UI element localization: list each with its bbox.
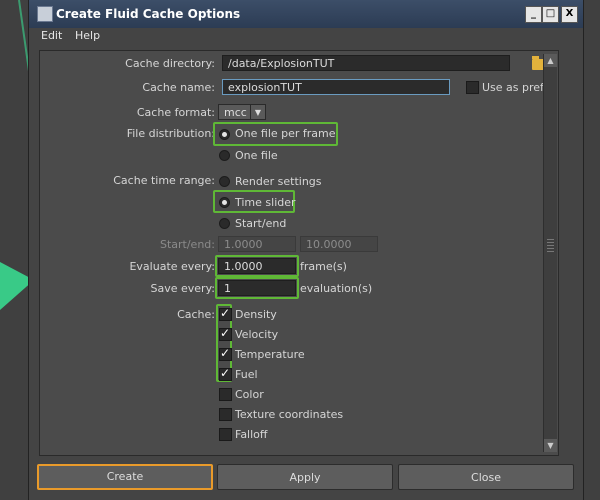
save-every-input[interactable]: 1 [218,280,296,296]
density-label: Density [235,308,277,321]
dialog-window: Create Fluid Cache Options _ □ X Edit He… [28,0,584,500]
temperature-checkbox[interactable] [219,346,232,361]
start-end-label: Start/end: [159,238,215,251]
evaluate-every-input[interactable]: 1.0000 [218,258,296,274]
falloff-label: Falloff [235,428,268,441]
density-checkbox[interactable] [219,306,232,321]
time-slider-label: Time slider [235,196,296,209]
falloff-checkbox[interactable] [219,428,232,441]
close-window-button[interactable]: X [561,6,578,23]
one-file-per-frame-label: One file per frame [235,127,336,140]
cache-format-value: mcc [224,106,247,119]
cache-name-input[interactable]: explosionTUT [222,79,450,95]
cache-directory-label: Cache directory: [125,57,215,70]
evaluate-every-unit: frame(s) [300,260,347,273]
minimize-button[interactable]: _ [525,6,542,23]
scroll-down-icon[interactable]: ▼ [544,439,557,452]
cache-time-range-label: Cache time range: [113,174,215,187]
title-bar[interactable]: Create Fluid Cache Options _ □ X [29,0,583,29]
save-every-label: Save every: [150,282,215,295]
velocity-label: Velocity [235,328,279,341]
cache-directory-input[interactable]: /data/ExplosionTUT [222,55,510,71]
menu-help[interactable]: Help [75,29,100,42]
radio-one-file[interactable] [219,150,230,161]
chevron-down-icon: ▼ [250,105,265,119]
one-file-label: One file [235,149,278,162]
fuel-checkbox[interactable] [219,366,232,381]
texture-coordinates-checkbox[interactable] [219,408,232,421]
app-icon [37,6,53,22]
evaluate-every-label: Evaluate every: [129,260,215,273]
file-distribution-label: File distribution: [126,127,215,140]
vertical-scrollbar[interactable]: ▲ ▼ [543,54,557,452]
cache-format-select[interactable]: mcc ▼ [218,104,266,120]
start-input[interactable]: 1.0000 [218,236,296,252]
cache-format-label: Cache format: [136,106,215,119]
radio-render-settings[interactable] [219,176,230,187]
window-title: Create Fluid Cache Options [56,7,241,21]
render-settings-label: Render settings [235,175,322,188]
menu-edit[interactable]: Edit [41,29,62,42]
velocity-checkbox[interactable] [219,326,232,341]
color-label: Color [235,388,264,401]
color-checkbox[interactable] [219,388,232,401]
maximize-button[interactable]: □ [542,6,559,23]
scroll-up-icon[interactable]: ▲ [544,54,557,67]
radio-time-slider[interactable] [219,197,230,208]
create-button[interactable]: Create [37,464,213,490]
apply-button[interactable]: Apply [217,464,393,490]
menu-bar: Edit Help [29,28,583,46]
texture-coordinates-label: Texture coordinates [235,408,344,421]
cache-name-label: Cache name: [142,81,215,94]
radio-one-file-per-frame[interactable] [219,129,230,140]
end-input[interactable]: 10.0000 [300,236,378,252]
temperature-label: Temperature [235,348,305,361]
close-button[interactable]: Close [398,464,574,490]
use-as-prefix-checkbox[interactable] [466,81,479,94]
start-end-option-label: Start/end [235,217,287,230]
fuel-label: Fuel [235,368,258,381]
cache-label: Cache: [177,308,215,321]
radio-start-end[interactable] [219,218,230,229]
save-every-unit: evaluation(s) [300,282,373,295]
scroll-grip[interactable] [547,239,554,253]
